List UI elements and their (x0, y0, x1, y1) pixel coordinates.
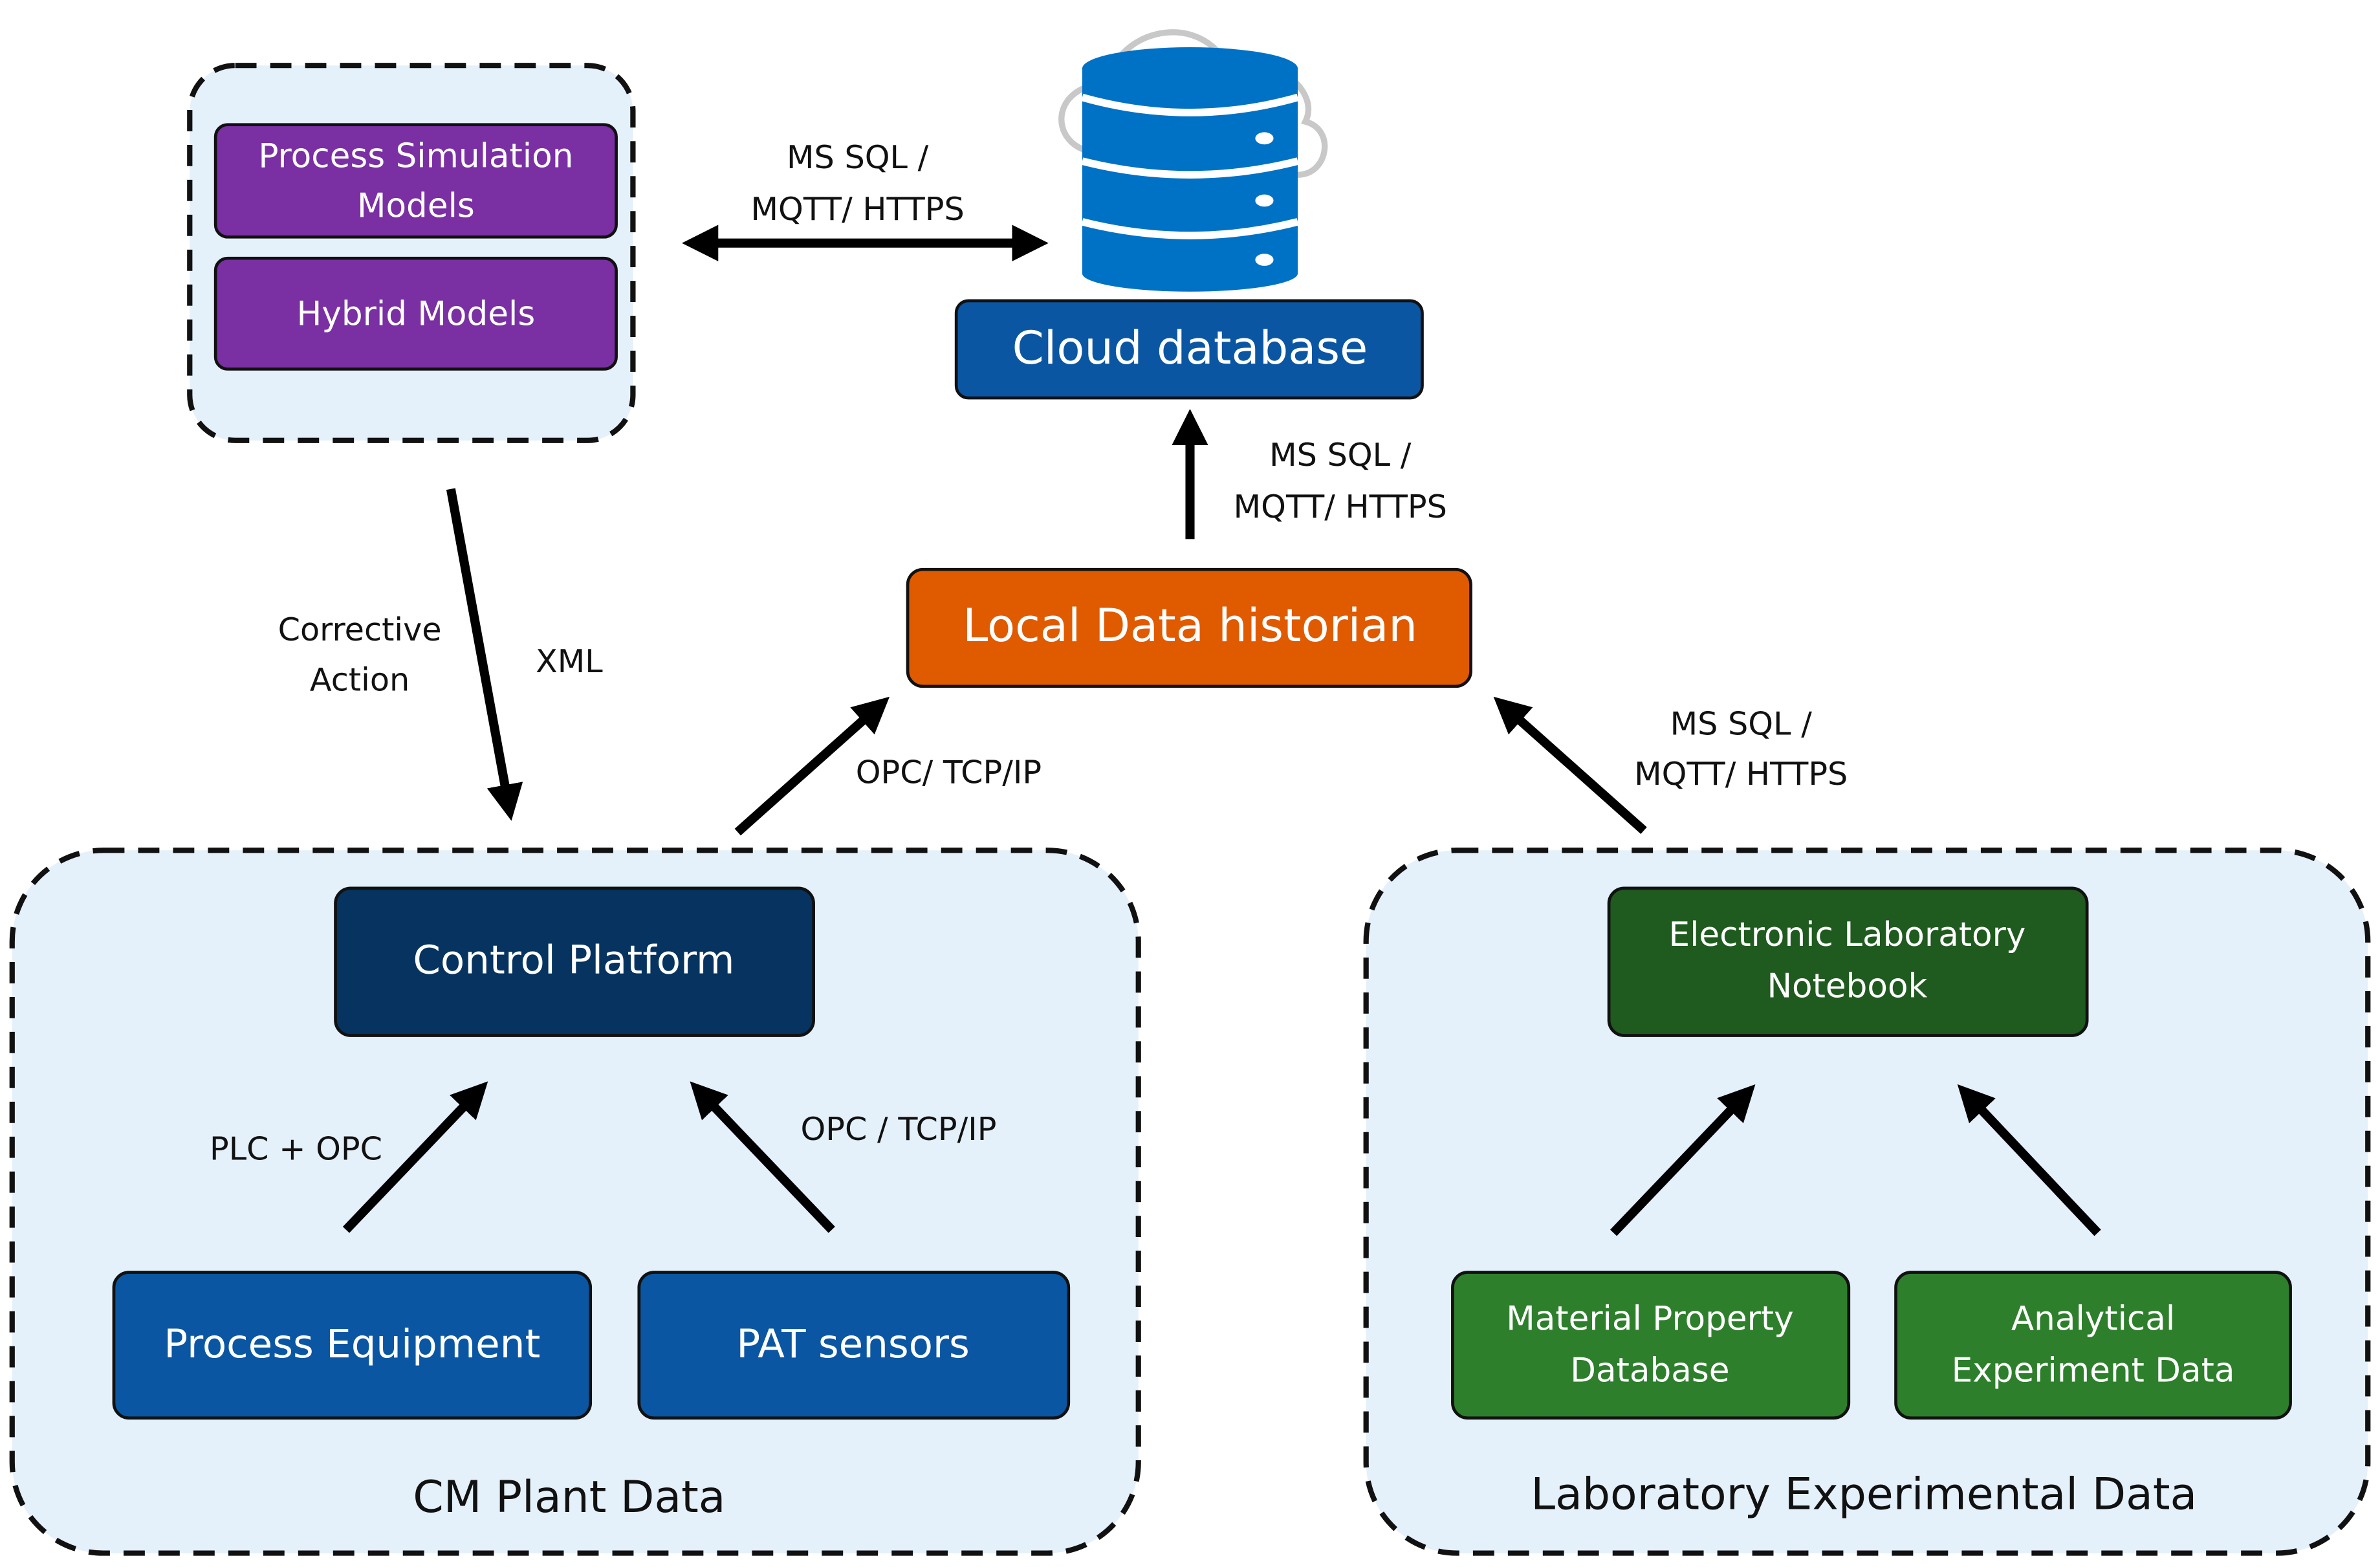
cloud-database-icon (1058, 29, 1328, 292)
label: Notebook (1767, 967, 1927, 1006)
analytical-experiment-box[interactable]: Analytical Experiment Data (1894, 1271, 2292, 1420)
lab-historian-arrow (1493, 696, 1647, 834)
hybrid-models-box[interactable]: Hybrid Models (213, 256, 618, 371)
historian-cloud-label: MS SQL / (1269, 436, 1412, 474)
historian-cloud-label: MQTT/ HTTPS (1234, 488, 1447, 525)
lab-historian-label: MS SQL / (1670, 705, 1813, 742)
lab-historian-label: MQTT/ HTTPS (1634, 755, 1848, 793)
label: Hybrid Models (297, 294, 536, 333)
eln-box[interactable]: Electronic Laboratory Notebook (1607, 886, 2089, 1037)
models-cloud-label: MQTT/ HTTPS (751, 190, 965, 228)
cm-plant-group: Control Platform Process Equipment PAT s… (9, 848, 1141, 1556)
label: Process Equipment (164, 1321, 540, 1367)
lab-title: Laboratory Experimental Data (1531, 1469, 2197, 1520)
pat-opc-label: OPC / TCP/IP (801, 1110, 997, 1148)
cloud-database-box[interactable]: Cloud database (954, 299, 1424, 400)
process-simulation-models-box[interactable]: Process Simulation Models (213, 123, 618, 239)
process-equipment-box[interactable]: Process Equipment (112, 1271, 593, 1420)
corrective-action-label: Action (310, 661, 409, 698)
label: Process Simulation (258, 137, 573, 175)
pat-sensors-box[interactable]: PAT sensors (637, 1271, 1071, 1420)
plant-historian-label: OPC/ TCP/IP (856, 753, 1042, 791)
label: PAT sensors (736, 1321, 969, 1367)
label: Database (1570, 1351, 1729, 1390)
material-property-box[interactable]: Material Property Database (1451, 1271, 1851, 1420)
control-platform-box[interactable]: Control Platform (334, 886, 815, 1037)
architecture-diagram: Process Simulation Models Hybrid Models … (9, 29, 2371, 1556)
label: Local Data historian (963, 599, 1417, 652)
xml-label: XML (536, 642, 603, 680)
label: Material Property (1506, 1300, 1793, 1339)
models-cloud-label: MS SQL / (787, 138, 929, 176)
label: Models (357, 187, 475, 226)
cm-plant-title: CM Plant Data (413, 1472, 725, 1523)
label: Electronic Laboratory (1668, 915, 2025, 954)
label: Experiment Data (1952, 1351, 2235, 1390)
lab-group: Electronic Laboratory Notebook Material … (1363, 848, 2371, 1556)
label: Control Platform (413, 937, 734, 983)
label: Cloud database (1012, 322, 1368, 375)
local-data-historian-box[interactable]: Local Data historian (906, 567, 1472, 688)
corrective-action-label: Corrective (278, 611, 442, 648)
corrective-action-arrow (446, 488, 523, 821)
plc-opc-label: PLC + OPC (210, 1130, 382, 1167)
models-group: Process Simulation Models Hybrid Models (187, 63, 636, 443)
label: Analytical (2011, 1300, 2175, 1339)
